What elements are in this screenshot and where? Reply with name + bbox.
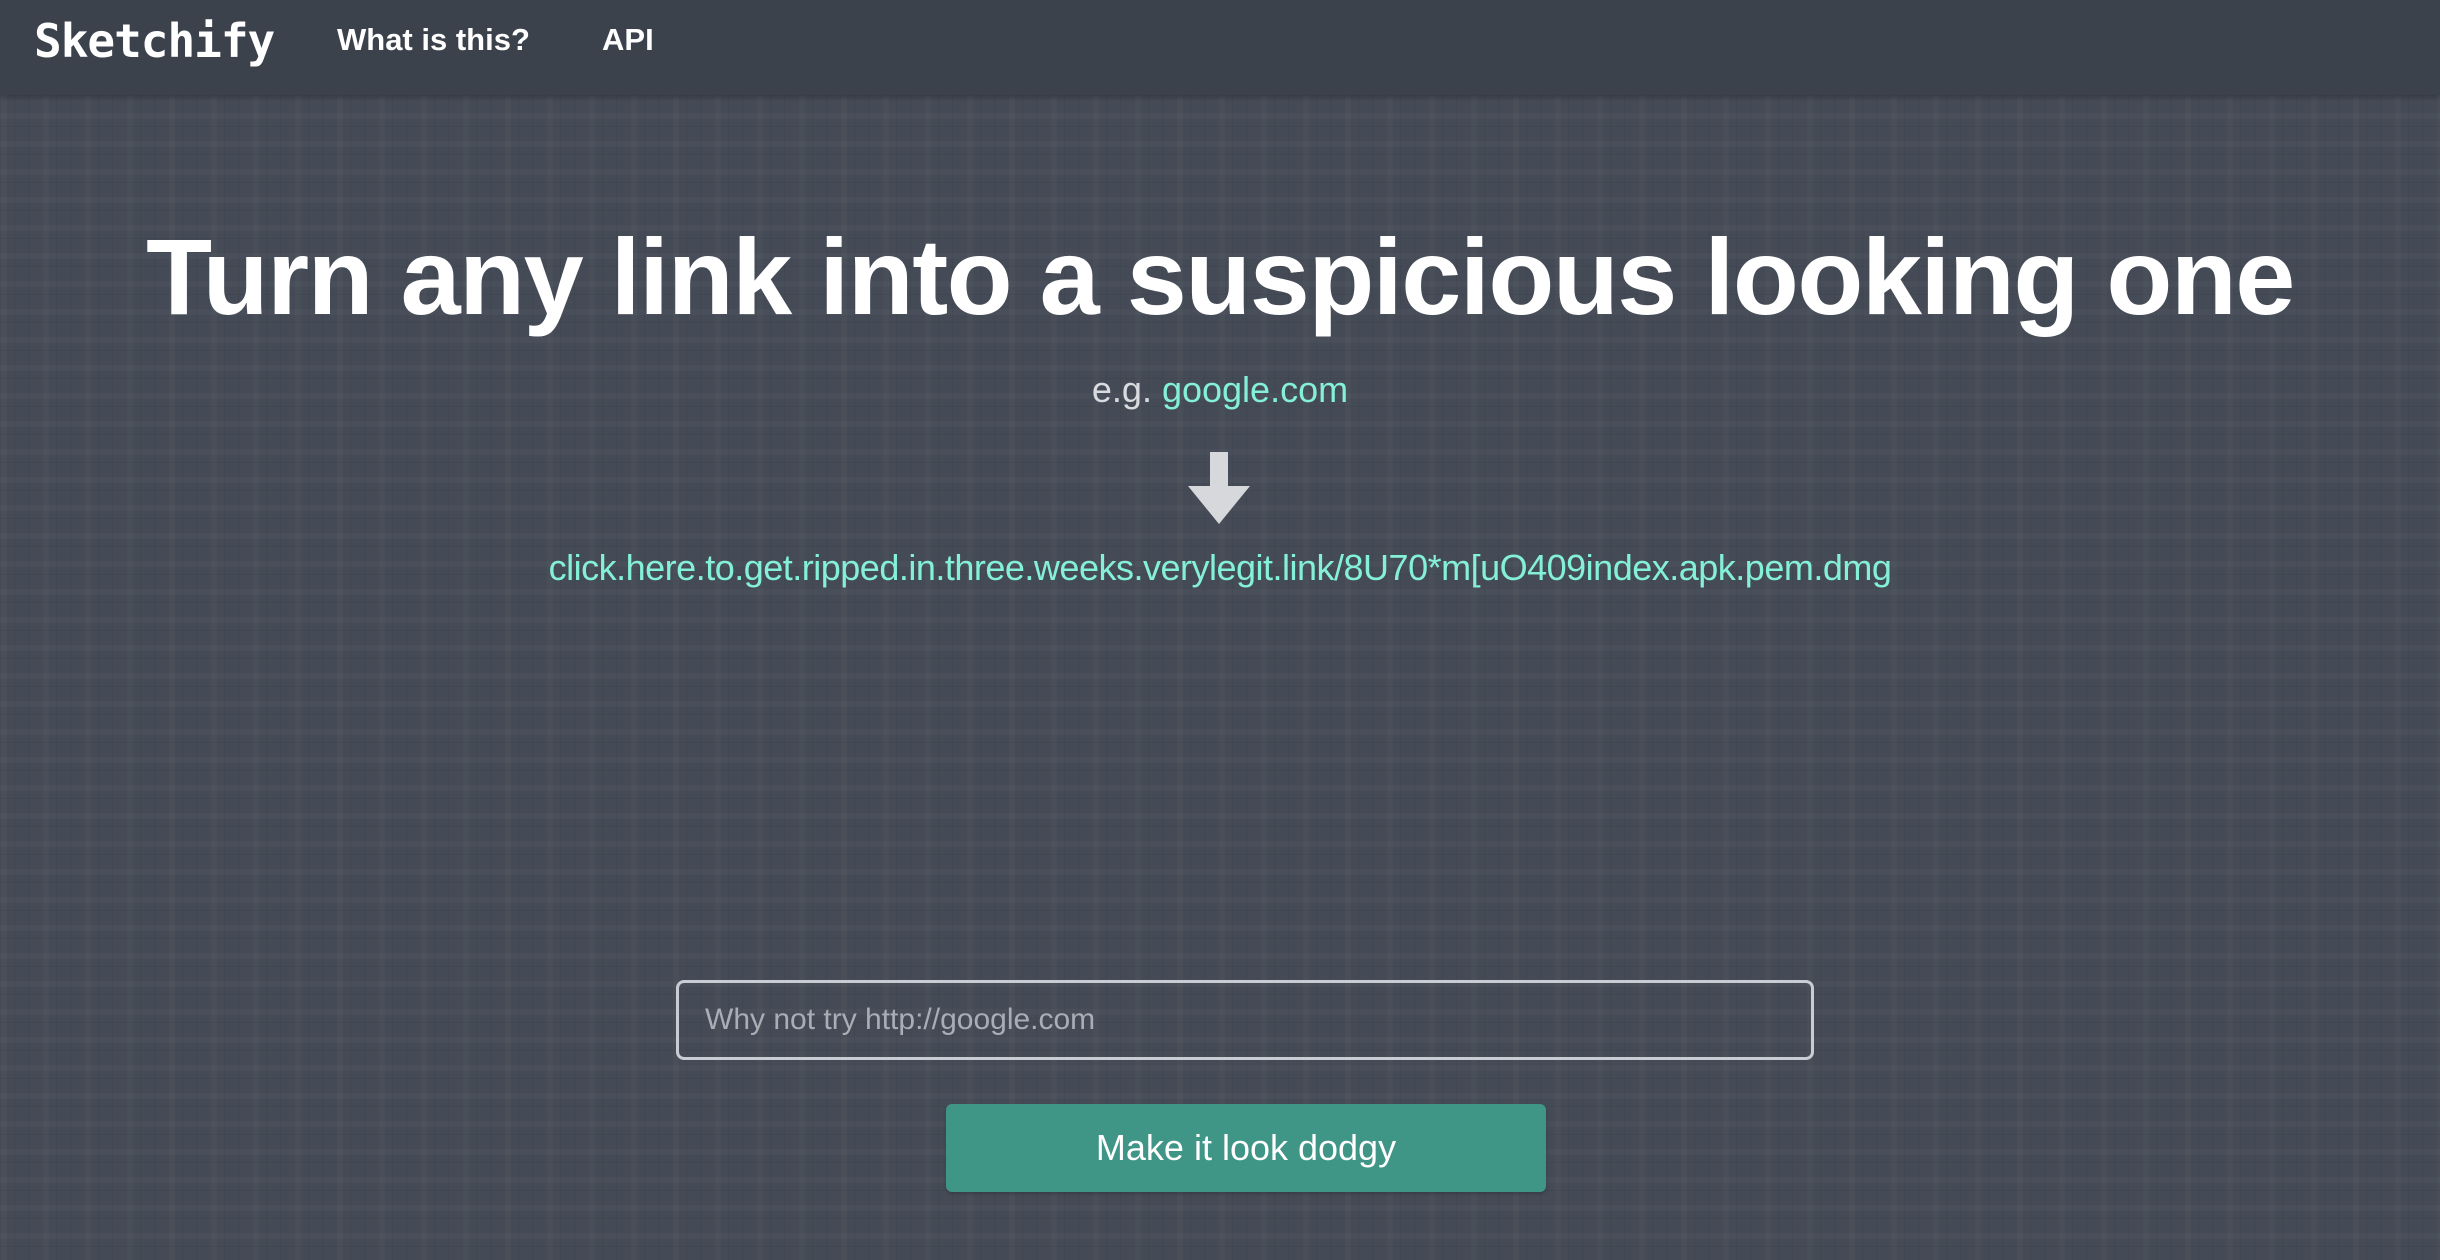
arrow-down-icon — [1188, 452, 1250, 524]
navbar: Sketchify What is this? API — [0, 0, 2440, 95]
dodgy-link-example[interactable]: click.here.to.get.ripped.in.three.weeks.… — [0, 544, 2440, 592]
example-link[interactable]: google.com — [1162, 369, 1348, 410]
url-input[interactable] — [676, 980, 1814, 1060]
example-prefix: e.g. — [1091, 369, 1152, 410]
brand-logo[interactable]: Sketchify — [34, 14, 275, 68]
hero-title: Turn any link into a suspicious looking … — [146, 216, 2295, 337]
nav-link-what-is-this[interactable]: What is this? — [337, 22, 530, 58]
example-line: e.g. google.com — [0, 366, 2440, 414]
nav-link-api[interactable]: API — [602, 22, 654, 58]
make-it-look-dodgy-button[interactable]: Make it look dodgy — [946, 1104, 1546, 1192]
